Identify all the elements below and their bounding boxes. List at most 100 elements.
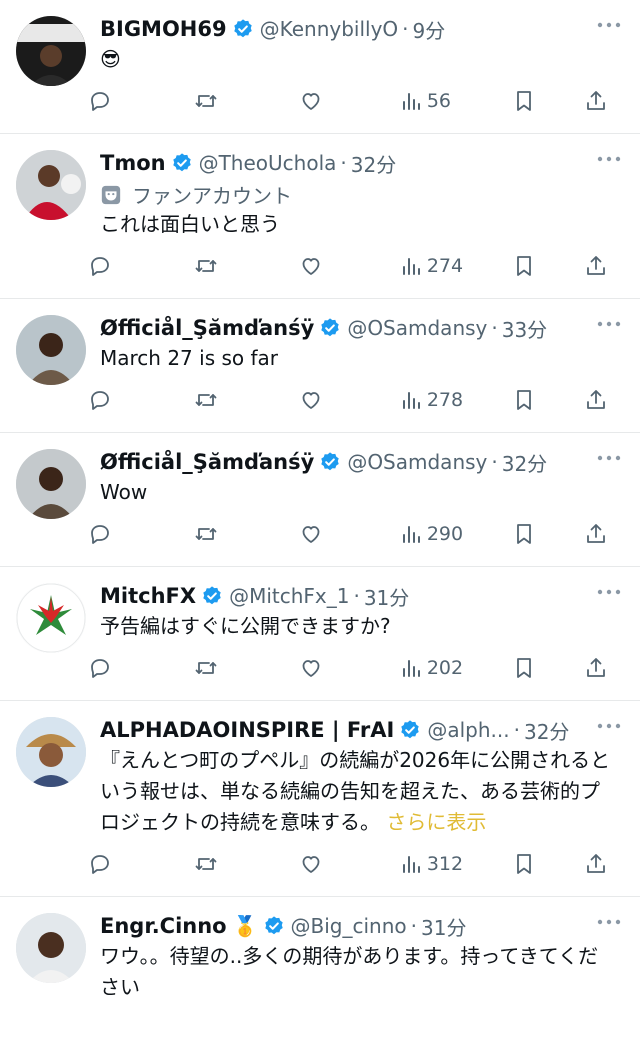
repost-button[interactable] xyxy=(194,852,300,876)
bookmark-button[interactable] xyxy=(512,656,584,680)
reply-button[interactable] xyxy=(88,89,194,113)
timestamp[interactable]: 31分 xyxy=(421,912,466,941)
tweet[interactable]: BIGMOH69 @KennybillyO · 9分 😎 56 xyxy=(0,0,640,134)
heart-icon xyxy=(302,660,320,677)
view-count: 202 xyxy=(426,657,464,679)
user-handle[interactable]: @OSamdansy xyxy=(347,450,487,474)
more-options-icon[interactable] xyxy=(596,317,622,331)
reply-button[interactable] xyxy=(88,388,194,412)
verified-badge-icon xyxy=(264,916,283,935)
timestamp[interactable]: 32分 xyxy=(502,448,547,477)
more-options-icon[interactable] xyxy=(596,915,622,929)
bookmark-icon xyxy=(517,390,532,410)
more-options-icon[interactable] xyxy=(596,152,622,166)
repost-button[interactable] xyxy=(194,522,300,546)
repost-button[interactable] xyxy=(194,89,300,113)
display-name[interactable]: Øfficiål_Şămďanśÿ xyxy=(100,316,314,340)
views-button[interactable]: 274 xyxy=(399,254,513,278)
views-button[interactable]: 278 xyxy=(399,388,513,412)
timestamp[interactable]: 33分 xyxy=(502,314,547,343)
timestamp[interactable]: 9分 xyxy=(413,15,446,44)
like-button[interactable] xyxy=(299,522,399,546)
repost-button[interactable] xyxy=(194,656,300,680)
display-name[interactable]: ALPHADAOINSPIRE | FrAI xyxy=(100,718,394,742)
tweet[interactable]: Engr.Cinno 🥇 @Big_cinno · 31分 ワウ。。待望の..多… xyxy=(0,897,640,1003)
display-name[interactable]: MitchFX xyxy=(100,584,196,608)
reply-button[interactable] xyxy=(88,254,194,278)
like-button[interactable] xyxy=(299,254,399,278)
more-options-icon[interactable] xyxy=(596,585,622,599)
like-button[interactable] xyxy=(299,388,399,412)
share-button[interactable] xyxy=(584,254,624,278)
user-handle[interactable]: @MitchFx_1 xyxy=(229,584,349,608)
share-button[interactable] xyxy=(584,852,624,876)
timestamp[interactable]: 32分 xyxy=(524,716,569,745)
avatar[interactable] xyxy=(16,913,86,983)
separator-dot: · xyxy=(491,450,498,474)
share-icon xyxy=(587,524,606,543)
bookmark-icon xyxy=(517,256,532,276)
bookmark-icon xyxy=(517,524,532,544)
display-name[interactable]: Engr.Cinno xyxy=(100,914,227,938)
share-button[interactable] xyxy=(584,388,624,412)
user-handle[interactable]: @alph... xyxy=(427,718,509,742)
share-button[interactable] xyxy=(584,656,624,680)
show-more-link[interactable]: さらに表示 xyxy=(386,810,486,834)
views-button[interactable]: 290 xyxy=(399,522,513,546)
like-button[interactable] xyxy=(299,89,399,113)
timestamp[interactable]: 31分 xyxy=(364,582,409,611)
repost-icon xyxy=(195,858,217,870)
views-button[interactable]: 202 xyxy=(399,656,513,680)
reply-button[interactable] xyxy=(88,656,194,680)
separator-dot: · xyxy=(513,718,520,742)
heart-icon xyxy=(302,856,320,873)
more-options-icon[interactable] xyxy=(596,719,622,733)
repost-icon xyxy=(195,394,217,406)
more-options-icon[interactable] xyxy=(596,451,622,465)
user-handle[interactable]: @Big_cinno xyxy=(291,914,407,938)
reply-button[interactable] xyxy=(88,522,194,546)
avatar[interactable] xyxy=(16,717,86,787)
bookmark-button[interactable] xyxy=(512,89,584,113)
display-name[interactable]: Tmon xyxy=(100,151,166,175)
user-handle[interactable]: @TheoUchola xyxy=(199,151,337,175)
views-button[interactable]: 312 xyxy=(399,852,513,876)
reply-button[interactable] xyxy=(88,852,194,876)
like-button[interactable] xyxy=(299,656,399,680)
avatar[interactable] xyxy=(16,16,86,86)
avatar[interactable] xyxy=(16,150,86,220)
tweet[interactable]: Tmon @TheoUchola · 32分 ファンアカウント これは面白いと思… xyxy=(0,134,640,299)
repost-button[interactable] xyxy=(194,388,300,412)
user-handle[interactable]: @KennybillyO xyxy=(260,17,399,41)
views-chart-icon xyxy=(402,856,420,873)
display-name[interactable]: Øfficiål_Şămďanśÿ xyxy=(100,450,314,474)
share-button[interactable] xyxy=(584,522,624,546)
avatar[interactable] xyxy=(16,315,86,385)
like-button[interactable] xyxy=(299,852,399,876)
avatar[interactable] xyxy=(16,583,86,653)
tweet[interactable]: Øfficiål_Şămďanśÿ @OSamdansy · 32分 Wow 2… xyxy=(0,433,640,567)
bookmark-button[interactable] xyxy=(512,388,584,412)
bookmark-icon xyxy=(517,854,532,874)
more-options-icon[interactable] xyxy=(596,18,622,32)
tweet-header: Øfficiål_Şămďanśÿ @OSamdansy · 32分 xyxy=(100,447,624,477)
view-count: 312 xyxy=(426,853,464,875)
tweet[interactable]: ALPHADAOINSPIRE | FrAI @alph... · 32分 『え… xyxy=(0,701,640,897)
timestamp[interactable]: 32分 xyxy=(351,149,396,178)
share-icon xyxy=(587,658,606,677)
tweet[interactable]: Øfficiål_Şămďanśÿ @OSamdansy · 33分 March… xyxy=(0,299,640,433)
bookmark-button[interactable] xyxy=(512,254,584,278)
share-button[interactable] xyxy=(584,89,624,113)
tweet-header: Øfficiål_Şămďanśÿ @OSamdansy · 33分 xyxy=(100,313,624,343)
avatar[interactable] xyxy=(16,449,86,519)
bookmark-button[interactable] xyxy=(512,852,584,876)
user-handle[interactable]: @OSamdansy xyxy=(347,316,487,340)
tweet[interactable]: MitchFX @MitchFx_1 · 31分 予告編はすぐに公開できますか?… xyxy=(0,567,640,701)
display-name[interactable]: BIGMOH69 xyxy=(100,17,227,41)
repost-button[interactable] xyxy=(194,254,300,278)
reply-icon xyxy=(91,92,109,111)
bookmark-button[interactable] xyxy=(512,522,584,546)
views-chart-icon xyxy=(402,526,420,543)
account-label-text: ファンアカウント xyxy=(132,184,292,208)
views-button[interactable]: 56 xyxy=(399,89,513,113)
